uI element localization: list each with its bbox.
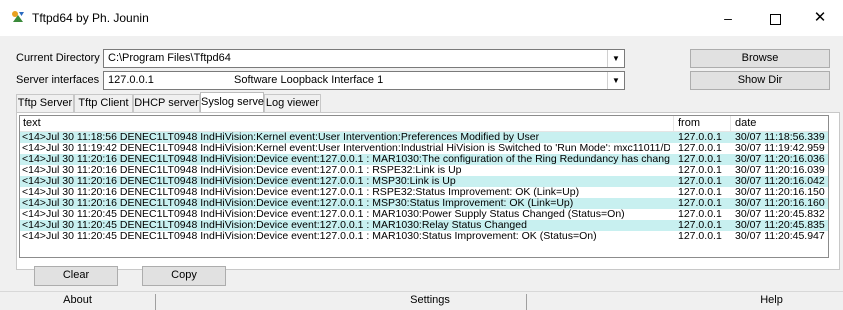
server-interface-name: Software Loopback Interface 1	[234, 74, 384, 86]
row-text: <14>Jul 30 11:20:16 DENEC1LT0948 IndHiVi…	[22, 187, 580, 198]
copy-button-label: Copy	[171, 269, 197, 281]
row-text: <14>Jul 30 11:20:45 DENEC1LT0948 IndHiVi…	[22, 209, 625, 220]
tab-label: Tftp Client	[78, 97, 129, 109]
tab-syslog-server[interactable]: Syslog server	[200, 92, 268, 112]
tab-label: DHCP server	[134, 97, 199, 109]
maximize-button[interactable]	[752, 0, 798, 36]
tab-log-viewer[interactable]: Log viewer	[264, 94, 321, 112]
server-interfaces-combo[interactable]: 127.0.0.1 Software Loopback Interface 1 …	[103, 71, 625, 90]
row-text: <14>Jul 30 11:20:45 DENEC1LT0948 IndHiVi…	[22, 231, 597, 242]
about-label: About	[63, 294, 92, 306]
column-header-text[interactable]: text	[23, 117, 41, 129]
server-interfaces-label: Server interfaces	[16, 74, 100, 86]
column-header-from[interactable]: from	[678, 117, 700, 129]
tab-tftp-server[interactable]: Tftp Server	[16, 94, 74, 112]
tab-dhcp-server[interactable]: DHCP server	[133, 94, 200, 112]
settings-label: Settings	[410, 294, 450, 306]
column-divider[interactable]	[730, 116, 731, 131]
row-text: <14>Jul 30 11:20:45 DENEC1LT0948 IndHiVi…	[22, 220, 527, 231]
dropdown-arrow-icon[interactable]: ▼	[607, 50, 624, 67]
show-dir-button-label: Show Dir	[737, 74, 783, 86]
tab-label: Syslog server	[201, 96, 268, 108]
list-row[interactable]: <14>Jul 30 11:20:45 DENEC1LT0948 IndHiVi…	[20, 231, 828, 242]
list-header: text from date	[20, 116, 828, 132]
row-text: <14>Jul 30 11:19:42 DENEC1LT0948 IndHiVi…	[22, 143, 670, 154]
tftpd-app-icon	[12, 11, 24, 22]
column-header-date[interactable]: date	[735, 117, 756, 129]
close-icon: ✕	[813, 9, 827, 26]
copy-button[interactable]: Copy	[142, 266, 226, 286]
minimize-icon: –	[724, 10, 732, 26]
row-text: <14>Jul 30 11:20:16 DENEC1LT0948 IndHiVi…	[22, 198, 574, 209]
minimize-button[interactable]: –	[705, 0, 751, 36]
help-button[interactable]: Help	[700, 292, 843, 310]
settings-button[interactable]: Settings	[335, 292, 525, 310]
column-divider[interactable]	[673, 116, 674, 131]
clear-button-label: Clear	[62, 269, 90, 281]
tab-label: Log viewer	[265, 97, 320, 109]
tab-tftp-client[interactable]: Tftp Client	[74, 94, 133, 112]
about-button[interactable]: About	[0, 292, 155, 310]
row-date: 30/07 11:20:45.947	[735, 230, 825, 242]
divider	[155, 294, 156, 310]
show-dir-button[interactable]: Show Dir	[690, 71, 830, 90]
window-title: Tftpd64 by Ph. Jounin	[32, 11, 149, 25]
browse-button-label: Browse	[741, 52, 779, 64]
current-directory-value: C:\Program Files\Tftpd64	[108, 52, 231, 64]
tab-label: Tftp Server	[17, 97, 73, 109]
current-directory-label: Current Directory	[16, 52, 100, 64]
maximize-icon	[769, 13, 781, 25]
help-label: Help	[760, 294, 783, 306]
row-text: <14>Jul 30 11:18:56 DENEC1LT0948 IndHiVi…	[22, 132, 540, 143]
row-text: <14>Jul 30 11:20:16 DENEC1LT0948 IndHiVi…	[22, 154, 670, 165]
close-button[interactable]: ✕	[797, 0, 843, 36]
bottom-bar: About Settings Help	[0, 291, 843, 310]
row-text: <14>Jul 30 11:20:16 DENEC1LT0948 IndHiVi…	[22, 176, 456, 187]
syslog-list[interactable]: text from date <14>Jul 30 11:18:56 DENEC…	[19, 115, 829, 258]
dropdown-arrow-icon[interactable]: ▼	[607, 72, 624, 89]
current-directory-combo[interactable]: C:\Program Files\Tftpd64 ▼	[103, 49, 625, 68]
row-text: <14>Jul 30 11:20:16 DENEC1LT0948 IndHiVi…	[22, 165, 462, 176]
title-bar: Tftpd64 by Ph. Jounin – ✕	[0, 0, 843, 36]
browse-button[interactable]: Browse	[690, 49, 830, 68]
server-interface-ip: 127.0.0.1	[108, 74, 154, 86]
clear-button[interactable]: Clear	[34, 266, 118, 286]
row-from: 127.0.0.1	[678, 230, 722, 242]
divider	[526, 294, 527, 310]
